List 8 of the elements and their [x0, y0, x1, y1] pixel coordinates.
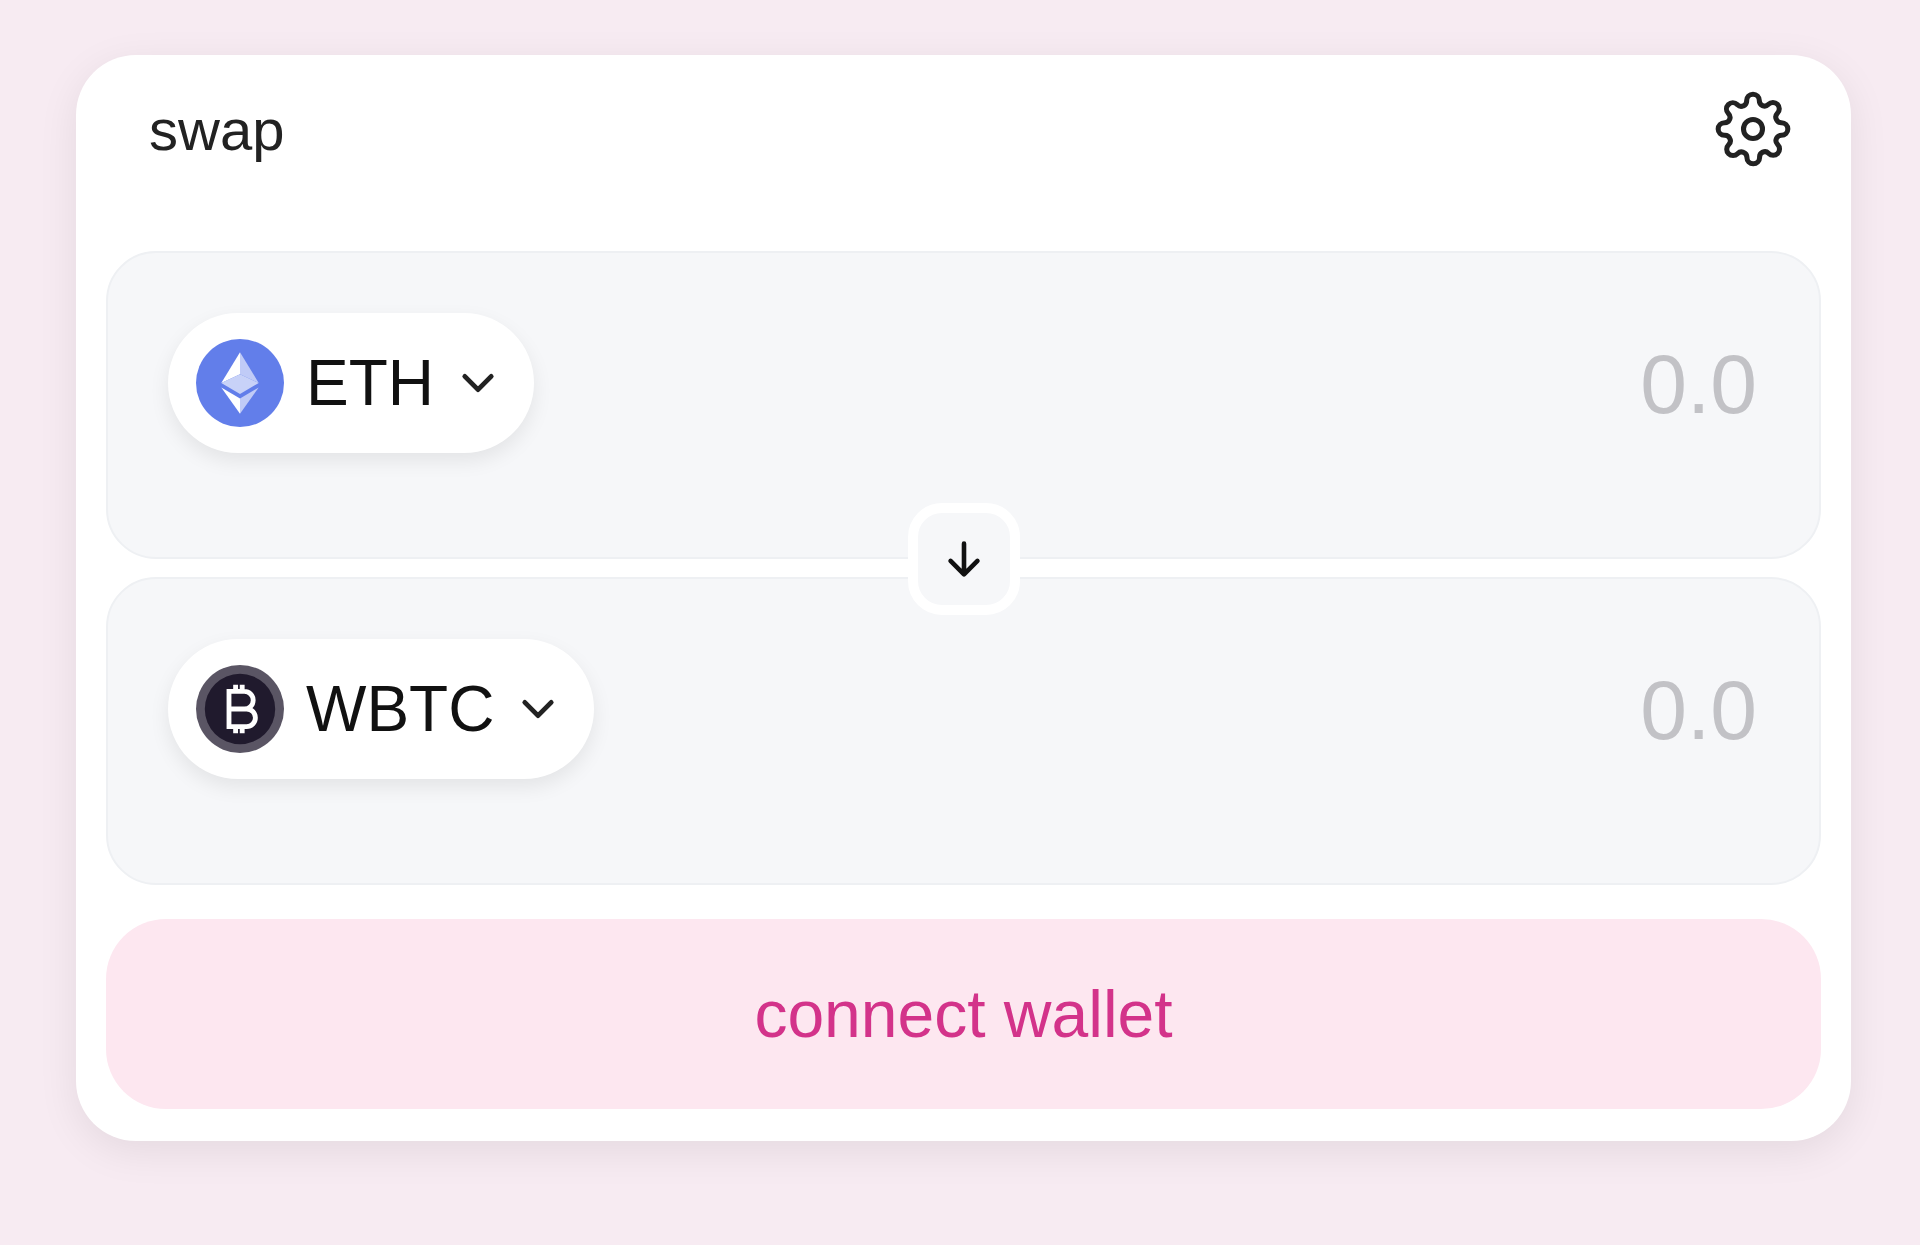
swap-title: swap	[149, 95, 285, 163]
connect-wallet-button[interactable]: connect wallet	[106, 919, 1821, 1109]
token-select-button[interactable]: ETH	[168, 313, 534, 453]
swap-direction-button[interactable]	[907, 503, 1020, 615]
token-select-button[interactable]: WBTC	[168, 639, 595, 779]
diamond-token-icon	[196, 339, 284, 427]
settings-icon[interactable]	[1715, 91, 1791, 167]
coin-token-icon	[196, 665, 284, 753]
